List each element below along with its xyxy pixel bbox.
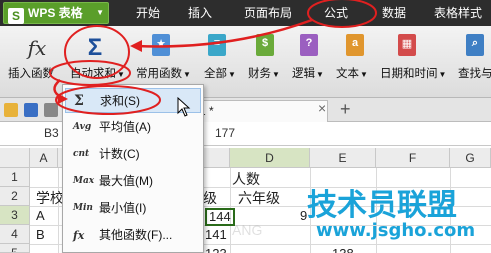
watermark-url: www.jsgho.com: [316, 220, 476, 241]
watermark-title: 技术员联盟: [307, 188, 457, 223]
